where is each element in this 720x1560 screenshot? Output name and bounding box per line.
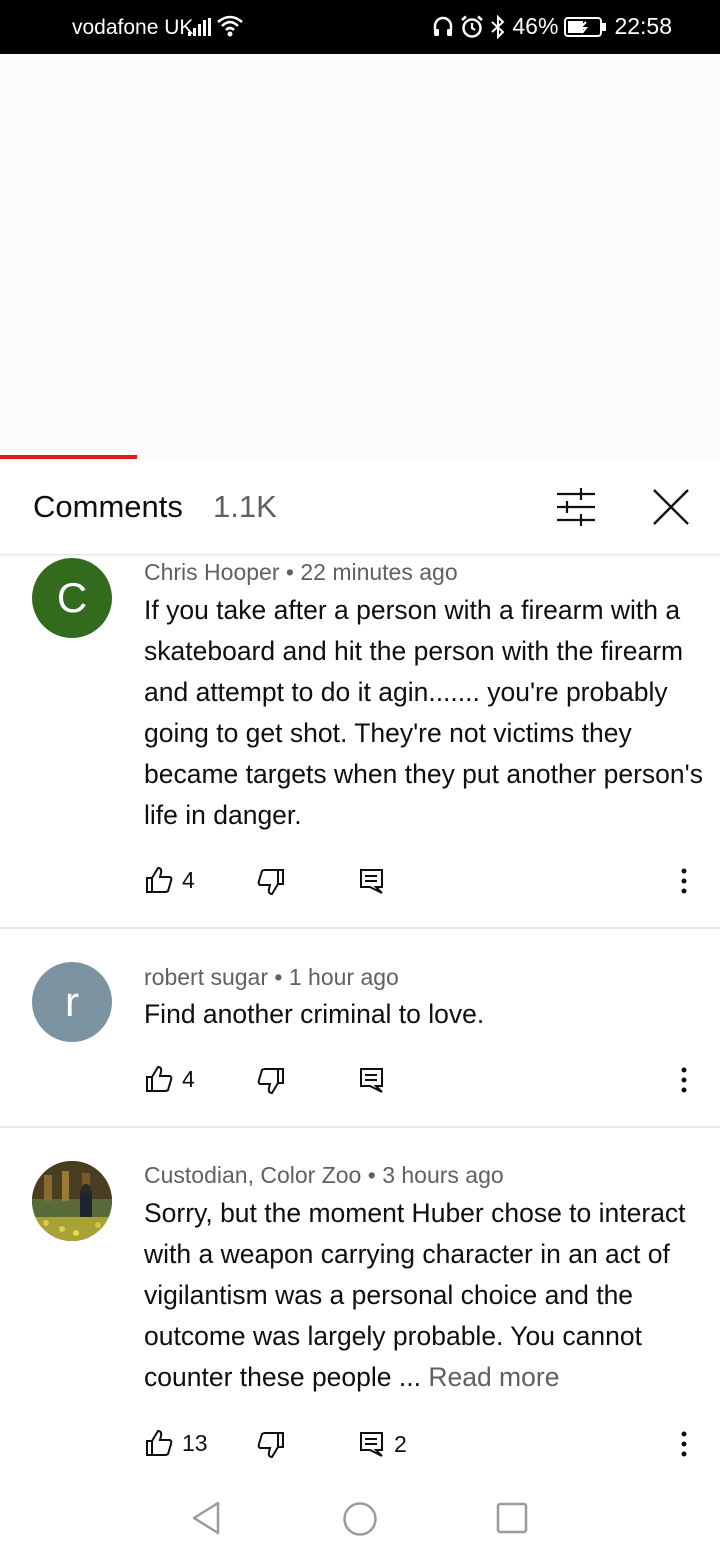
filter-icon[interactable] <box>555 488 597 526</box>
more-vert-icon <box>681 1431 687 1457</box>
navigation-bar <box>0 1480 720 1560</box>
wifi-icon <box>217 15 243 37</box>
dislike-button[interactable] <box>256 1066 286 1096</box>
reply-icon <box>360 869 383 894</box>
reply-icon <box>360 1432 383 1457</box>
comment-text: Sorry, but the moment Huber chose to int… <box>144 1193 704 1398</box>
thumbs-up-icon <box>146 866 173 893</box>
avatar-letter: r <box>65 978 79 1025</box>
like-button[interactable]: 4 <box>144 1064 195 1094</box>
comment-author[interactable]: Custodian, Color Zoo <box>144 1162 361 1188</box>
avatar-letter: C <box>56 574 88 621</box>
comment-body: Sorry, but the moment Huber chose to int… <box>144 1198 686 1392</box>
read-more-link[interactable]: Read more <box>428 1362 559 1392</box>
reply-button[interactable] <box>358 1066 386 1094</box>
thumbs-down-icon <box>257 869 284 896</box>
comments-header: Comments 1.1K <box>0 462 720 555</box>
comment-meta: Custodian, Color Zoo • 3 hours ago <box>144 1162 504 1188</box>
reply-button[interactable]: 2 <box>358 1430 407 1458</box>
reply-button[interactable] <box>358 867 386 895</box>
thumbs-down-icon <box>257 1432 284 1459</box>
video-player[interactable] <box>0 54 720 460</box>
more-vert-icon <box>681 1067 687 1093</box>
bluetooth-icon <box>491 14 505 39</box>
comment-item: Custodian, Color Zoo • 3 hours ago Sorry… <box>0 1158 720 1480</box>
comment-time: 22 minutes ago <box>300 559 458 585</box>
more-vert-icon <box>681 868 687 894</box>
recents-icon[interactable] <box>496 1502 528 1534</box>
like-button[interactable]: 13 <box>144 1428 208 1458</box>
back-icon[interactable] <box>190 1500 222 1536</box>
divider <box>0 927 720 929</box>
battery-icon <box>564 16 607 37</box>
alarm-icon <box>461 15 484 38</box>
like-count: 13 <box>182 1429 208 1456</box>
close-icon[interactable] <box>652 488 690 526</box>
comment-actions: 4 <box>0 861 720 901</box>
thumbs-up-icon <box>146 1065 173 1092</box>
status-bar: vodafone UK 46% 22:58 <box>0 0 720 54</box>
avatar[interactable]: r <box>32 962 112 1042</box>
avatar[interactable] <box>32 1161 112 1241</box>
reply-count: 2 <box>394 1430 407 1457</box>
more-options-button[interactable] <box>676 1430 692 1458</box>
battery-percent: 46% <box>512 13 559 39</box>
comment-author[interactable]: Chris Hooper <box>144 559 280 585</box>
avatar-image <box>32 1161 112 1241</box>
headphones-icon <box>434 16 453 36</box>
more-options-button[interactable] <box>676 867 692 895</box>
comment-text: Find another criminal to love. <box>144 999 485 1029</box>
comment-item: C Chris Hooper • 22 minutes ago If you t… <box>0 555 720 927</box>
like-button[interactable]: 4 <box>144 865 195 895</box>
comment-text: If you take after a person with a firear… <box>144 595 703 830</box>
video-progress-bar[interactable] <box>0 455 137 459</box>
comment-item: r robert sugar • 1 hour ago Find another… <box>0 960 720 1126</box>
dislike-button[interactable] <box>256 1430 286 1460</box>
home-icon[interactable] <box>342 1501 378 1537</box>
divider <box>0 1126 720 1128</box>
comment-author[interactable]: robert sugar <box>144 964 268 990</box>
comment-time: 3 hours ago <box>382 1162 504 1188</box>
comment-meta: robert sugar • 1 hour ago <box>144 964 399 990</box>
dislike-button[interactable] <box>256 867 286 897</box>
comment-actions: 13 2 <box>0 1424 720 1464</box>
thumbs-down-icon <box>257 1068 284 1095</box>
thumbs-up-icon <box>146 1429 173 1456</box>
more-options-button[interactable] <box>676 1066 692 1094</box>
carrier-label: vodafone UK <box>72 16 194 39</box>
like-count: 4 <box>182 866 195 893</box>
clock: 22:58 <box>614 13 672 39</box>
like-count: 4 <box>182 1065 195 1092</box>
comment-meta: Chris Hooper • 22 minutes ago <box>144 559 458 585</box>
comment-actions: 4 <box>0 1060 720 1100</box>
avatar[interactable]: C <box>32 558 112 638</box>
comments-count: 1.1K <box>213 489 277 524</box>
comment-time: 1 hour ago <box>288 964 399 990</box>
signal-icon <box>188 18 211 36</box>
reply-icon <box>360 1068 383 1093</box>
comments-title: Comments <box>33 489 183 524</box>
